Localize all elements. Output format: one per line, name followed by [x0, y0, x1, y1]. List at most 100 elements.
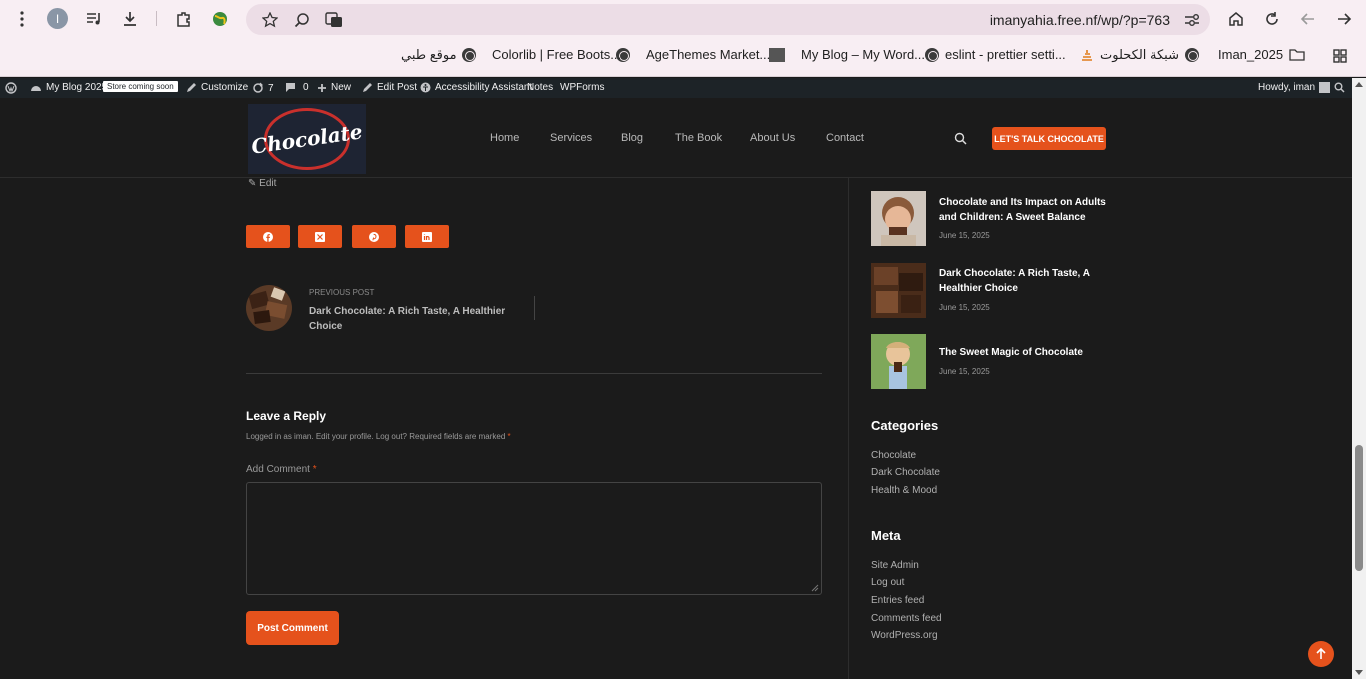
- bookmark-agethemes[interactable]: AgeThemes Market...: [616, 47, 770, 62]
- edit-label: Edit: [259, 178, 277, 189]
- bookmark-arabic-site[interactable]: شبكة الكحلوت: [1080, 47, 1199, 63]
- recent-post-thumbnail[interactable]: [871, 191, 926, 246]
- admin-comments[interactable]: 0: [285, 82, 309, 93]
- bookmark-iman-2025[interactable]: Iman_2025: [1218, 47, 1305, 62]
- sidebar-divider: [848, 178, 849, 679]
- plus-icon: [318, 83, 326, 92]
- logo-badge: Chocolate: [250, 108, 364, 170]
- nav-blog[interactable]: Blog: [621, 132, 643, 144]
- zoom-icon[interactable]: [292, 10, 312, 30]
- wp-admin-bar: My Blog 2025 Store coming soon Customize…: [0, 78, 1352, 98]
- share-linkedin-button[interactable]: [405, 225, 449, 248]
- site-logo[interactable]: Chocolate: [248, 104, 366, 174]
- post-nav-separator: [534, 296, 535, 320]
- folder-icon: [1289, 49, 1305, 61]
- admin-wpforms[interactable]: WPForms: [560, 82, 604, 93]
- recent-post-title[interactable]: Chocolate and Its Impact on Adults and C…: [939, 195, 1109, 225]
- meta-link[interactable]: Comments feed: [871, 613, 942, 624]
- comment-textarea[interactable]: [246, 482, 822, 595]
- category-link[interactable]: Health & Mood: [871, 485, 937, 496]
- site-name-label: My Blog 2025: [46, 82, 108, 93]
- translate-icon[interactable]: [324, 10, 344, 30]
- pinterest-icon: [369, 231, 379, 242]
- bookmark-colorlib[interactable]: Colorlib | Free Boots...: [462, 47, 621, 62]
- meta-link[interactable]: Log out: [871, 577, 904, 588]
- share-x-button[interactable]: [298, 225, 342, 248]
- brush-icon: [187, 83, 196, 92]
- search-icon[interactable]: [952, 130, 968, 146]
- bookmark-medical-site[interactable]: موقع طبي: [401, 47, 457, 63]
- meta-link[interactable]: Site Admin: [871, 560, 919, 571]
- menu-dots-icon[interactable]: [14, 10, 30, 28]
- nav-services[interactable]: Services: [550, 132, 592, 144]
- bookmark-label: AgeThemes Market...: [646, 47, 771, 62]
- share-facebook-button[interactable]: [246, 225, 290, 248]
- admin-edit-post[interactable]: Edit Post: [362, 82, 417, 93]
- site-favicon-icon: [769, 47, 785, 62]
- previous-post-title[interactable]: Dark Chocolate: A Rich Taste, A Healthie…: [309, 304, 509, 334]
- post-comment-button[interactable]: Post Comment: [246, 611, 339, 645]
- home-icon[interactable]: [1226, 9, 1246, 29]
- stack-icon: [1082, 50, 1092, 61]
- recent-post-title[interactable]: The Sweet Magic of Chocolate: [939, 345, 1109, 360]
- admin-notes[interactable]: Notes: [527, 82, 553, 93]
- globe-icon: [462, 47, 476, 62]
- recent-post-thumbnail[interactable]: [871, 263, 926, 318]
- forward-arrow-icon[interactable]: [1334, 9, 1354, 29]
- meta-link[interactable]: WordPress.org: [871, 630, 938, 641]
- resize-handle-icon[interactable]: [811, 584, 819, 592]
- edit-post-link[interactable]: ✎ Edit: [248, 178, 276, 189]
- previous-post-thumbnail[interactable]: [246, 285, 292, 331]
- toolbar-separator: [156, 11, 157, 26]
- scrollbar-thumb[interactable]: [1355, 445, 1363, 571]
- lets-talk-chocolate-button[interactable]: LET'S TALK CHOCOLATE: [992, 127, 1106, 150]
- recent-post-title[interactable]: Dark Chocolate: A Rich Taste, A Healthie…: [939, 266, 1109, 296]
- admin-site-name[interactable]: My Blog 2025: [30, 82, 107, 93]
- nav-the-book[interactable]: The Book: [675, 132, 722, 144]
- wordpress-logo-icon[interactable]: [5, 82, 17, 94]
- bookmark-eslint[interactable]: eslint - prettier setti...: [925, 47, 1066, 62]
- admin-new[interactable]: New: [317, 82, 351, 93]
- nav-contact[interactable]: Contact: [826, 132, 864, 144]
- scroll-up-arrow-icon[interactable]: [1355, 82, 1363, 87]
- required-mark: *: [507, 432, 511, 441]
- share-pinterest-button[interactable]: [352, 225, 396, 248]
- extensions-icon[interactable]: [174, 9, 194, 29]
- site-header: Chocolate Home Services Blog The Book Ab…: [0, 98, 1352, 178]
- accessibility-label: Accessibility Assistant: [435, 82, 533, 93]
- category-link[interactable]: Chocolate: [871, 450, 916, 461]
- site-settings-icon[interactable]: [1182, 10, 1202, 30]
- url-text[interactable]: imanyahia.free.nf/wp/?p=763: [990, 12, 1170, 28]
- recent-post-thumbnail[interactable]: [871, 334, 926, 389]
- store-status-badge: Store coming soon: [103, 81, 178, 92]
- leave-reply-heading: Leave a Reply: [246, 409, 327, 423]
- star-icon[interactable]: [260, 10, 280, 30]
- recent-post-date: June 15, 2025: [939, 303, 990, 312]
- back-arrow-icon[interactable]: [1298, 9, 1318, 29]
- admin-updates[interactable]: 7: [252, 82, 274, 94]
- nav-home[interactable]: Home: [490, 132, 519, 144]
- extension-globe-icon[interactable]: [210, 9, 230, 29]
- admin-customize[interactable]: Customize: [186, 82, 248, 93]
- scroll-to-top-button[interactable]: [1308, 641, 1334, 667]
- bookmark-label: شبكة الكحلوت: [1100, 47, 1179, 62]
- reading-list-icon[interactable]: [85, 10, 103, 28]
- facebook-icon: [263, 231, 273, 242]
- bookmark-my-blog[interactable]: My Blog – My Word...: [769, 47, 925, 62]
- content-divider: [246, 373, 822, 374]
- all-bookmarks-icon[interactable]: [1330, 47, 1350, 65]
- meta-link[interactable]: Entries feed: [871, 595, 924, 606]
- admin-howdy[interactable]: Howdy, iman: [1258, 82, 1331, 93]
- page-scrollbar[interactable]: [1352, 78, 1366, 679]
- address-bar[interactable]: imanyahia.free.nf/wp/?p=763: [246, 4, 1210, 35]
- download-icon[interactable]: [120, 9, 140, 29]
- reload-icon[interactable]: [1262, 9, 1282, 29]
- category-link[interactable]: Dark Chocolate: [871, 467, 940, 478]
- scroll-down-arrow-icon[interactable]: [1355, 670, 1363, 675]
- admin-accessibility[interactable]: Accessibility Assistant: [420, 82, 532, 93]
- comment-label-text: Add Comment: [246, 464, 310, 475]
- admin-search-icon[interactable]: [1334, 82, 1345, 93]
- nav-about-us[interactable]: About Us: [750, 132, 795, 144]
- profile-avatar[interactable]: I: [47, 8, 68, 29]
- arrow-up-icon: [1316, 648, 1326, 659]
